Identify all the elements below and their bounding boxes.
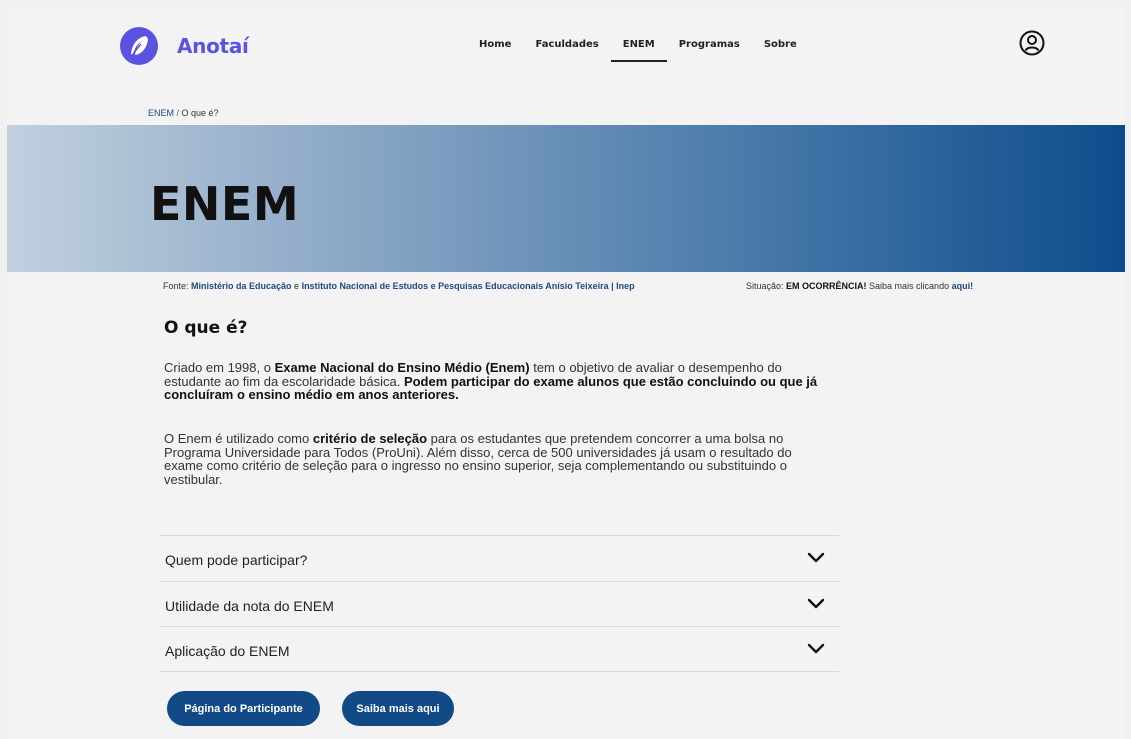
header: Anotaí Home Faculdades ENEM Programas So… <box>7 9 1125 83</box>
breadcrumb: ENEM / O que é? <box>148 108 219 118</box>
accordion-label: Quem pode participar? <box>165 552 308 568</box>
feather-icon <box>120 27 158 65</box>
source-line: Fonte: Ministério da Educação e Institut… <box>163 281 635 291</box>
chevron-down-icon[interactable] <box>807 643 825 655</box>
selection-paragraph: O Enem é utilizado como critério de sele… <box>164 432 829 486</box>
status-link[interactable]: aqui! <box>952 281 974 291</box>
main-nav: Home Faculdades ENEM Programas Sobre <box>479 39 821 62</box>
nav-enem[interactable]: ENEM <box>610 39 667 62</box>
page-title: ENEM <box>150 177 300 231</box>
accordion-label: Utilidade da nota do ENEM <box>165 597 334 614</box>
source-org-mec[interactable]: Ministério da Educação <box>191 281 292 291</box>
accordion-label: Aplicação do ENEM <box>165 643 290 659</box>
brand-name: Anotaí <box>177 34 249 58</box>
breadcrumb-parent[interactable]: ENEM <box>148 108 174 118</box>
source-conjunction: e <box>291 281 302 291</box>
source-org-inep[interactable]: Instituto Nacional de Estudos e Pesquisa… <box>302 281 635 291</box>
nav-programas[interactable]: Programas <box>679 39 740 61</box>
source-prefix: Fonte: <box>163 281 192 291</box>
breadcrumb-separator: / <box>174 108 182 118</box>
nav-faculdades[interactable]: Faculdades <box>535 39 598 61</box>
accordion-item-aplicacao[interactable]: Aplicação do ENEM <box>159 626 839 672</box>
status-middle: Saiba mais clicando <box>866 281 952 291</box>
learn-more-button[interactable]: Saiba mais aqui <box>342 691 454 726</box>
status-line: Situação: EM OCORRÊNCIA! Saiba mais clic… <box>746 281 973 291</box>
user-circle-icon[interactable] <box>1019 30 1045 56</box>
faq-accordion: Quem pode participar? Utilidade da nota … <box>159 535 839 672</box>
status-prefix: Situação: <box>746 281 787 291</box>
page: Anotaí Home Faculdades ENEM Programas So… <box>7 9 1125 739</box>
accordion-item-utilidade[interactable]: Utilidade da nota do ENEM <box>159 580 839 627</box>
intro-paragraph: Criado em 1998, o Exame Nacional do Ensi… <box>164 361 829 402</box>
participant-page-button[interactable]: Página do Participante <box>167 691 320 726</box>
breadcrumb-current: O que é? <box>181 108 219 118</box>
logo[interactable]: Anotaí <box>120 27 249 65</box>
hero-banner: ENEM <box>7 125 1125 272</box>
accordion-item-quem-pode[interactable]: Quem pode participar? <box>159 535 839 581</box>
nav-sobre[interactable]: Sobre <box>764 39 797 61</box>
section-title: O que é? <box>164 318 248 338</box>
nav-home[interactable]: Home <box>479 39 511 61</box>
chevron-down-icon[interactable] <box>807 552 825 564</box>
status-badge: EM OCORRÊNCIA! <box>786 281 867 291</box>
chevron-down-icon[interactable] <box>807 598 825 610</box>
